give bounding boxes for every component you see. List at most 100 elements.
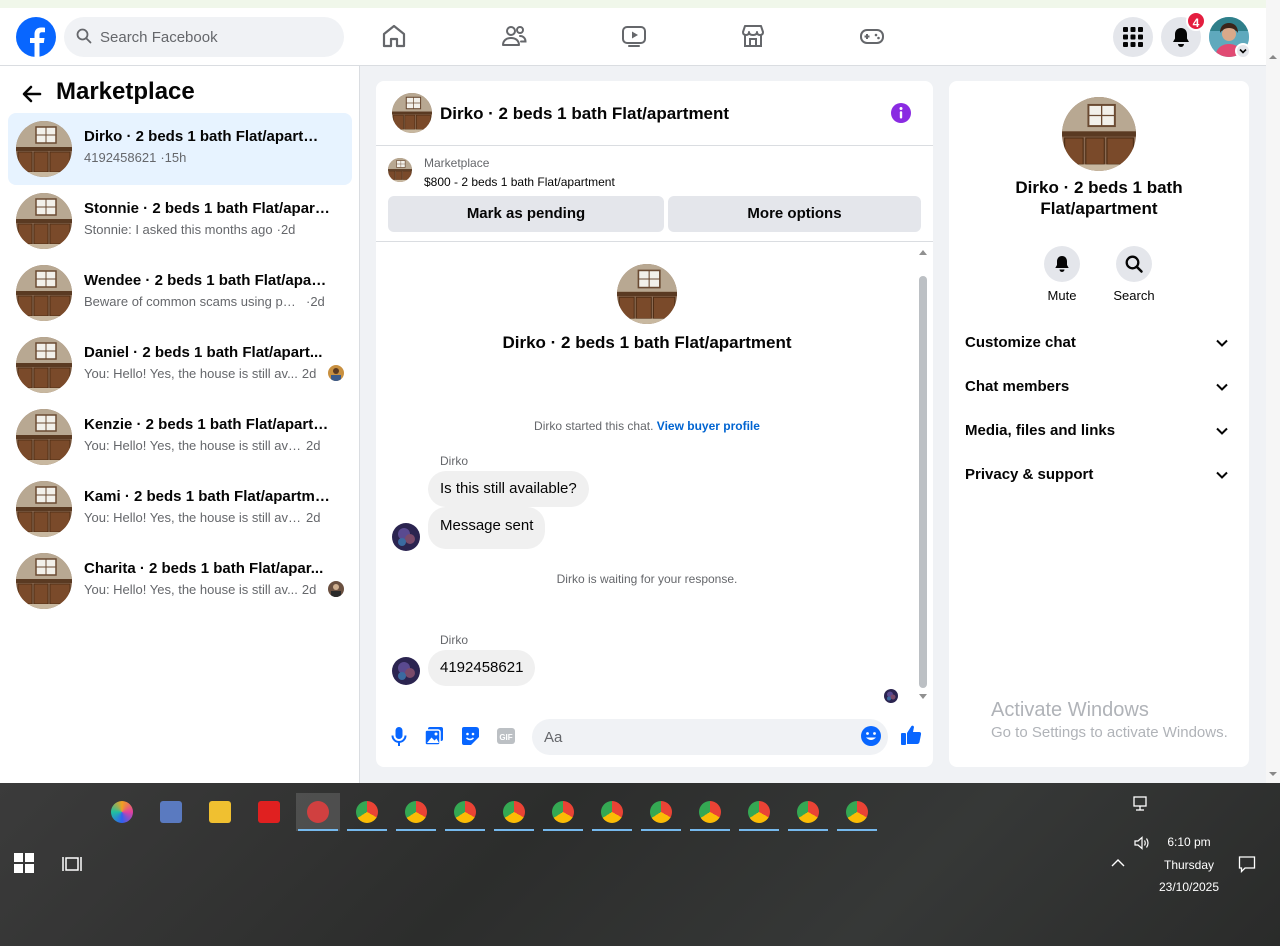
emoji-icon[interactable]: [860, 725, 882, 747]
chat-title[interactable]: Dirko · 2 beds 1 bath Flat/apartment: [440, 104, 729, 124]
conversation-time: 2d: [301, 582, 317, 597]
clock-time[interactable]: 6:10 pm: [1150, 835, 1228, 849]
details-thumbnail[interactable]: [1062, 97, 1136, 171]
chrome-profile-app-icon[interactable]: [394, 793, 438, 831]
chat-panel: Dirko · 2 beds 1 bath Flat/apartment Mar…: [376, 81, 933, 767]
conversation-thumbnail: [16, 193, 72, 249]
task-view-icon[interactable]: [62, 855, 82, 873]
chrome-profile-glyph-icon: [503, 801, 525, 823]
page-scroll-up-icon[interactable]: [1268, 52, 1278, 62]
page-scrollbar[interactable]: [1266, 0, 1280, 783]
copilot-app-icon[interactable]: [100, 793, 144, 831]
chrome-profile-app-icon[interactable]: [786, 793, 830, 831]
incoming-message-bubble[interactable]: 4192458621: [428, 650, 536, 686]
calculator-app-icon[interactable]: [149, 793, 193, 831]
search-facebook-box[interactable]: [64, 17, 344, 57]
buyer-avatar[interactable]: [392, 657, 420, 685]
page-scroll-down-icon[interactable]: [1268, 769, 1278, 779]
conversation-thumbnail: [16, 553, 72, 609]
home-icon[interactable]: [380, 22, 408, 50]
microphone-icon[interactable]: [388, 725, 410, 747]
conversation-title: Dirko · 2 beds 1 bath Flat/apartment: [84, 128, 330, 145]
conversation-item[interactable]: Dirko · 2 beds 1 bath Flat/apartment 4192…: [8, 113, 352, 185]
mark-as-pending-button[interactable]: Mark as pending: [388, 196, 664, 232]
facebook-logo[interactable]: [16, 17, 56, 57]
search-input[interactable]: [100, 17, 330, 57]
mute-button[interactable]: [1044, 246, 1080, 282]
conversation-item[interactable]: Kenzie · 2 beds 1 bath Flat/apartm... You…: [8, 401, 352, 473]
search-icon: [1125, 255, 1143, 273]
chrome-profile-app-icon[interactable]: [835, 793, 879, 831]
chrome-profile-glyph-icon: [797, 801, 819, 823]
view-buyer-profile-link[interactable]: View buyer profile: [657, 419, 760, 433]
copilot-glyph-icon: [111, 801, 133, 823]
sticker-icon[interactable]: [459, 725, 481, 747]
conversation-thumbnail: [16, 481, 72, 537]
conversation-item[interactable]: Wendee · 2 beds 1 bath Flat/apart... Bewa…: [8, 257, 352, 329]
incoming-message-bubble[interactable]: Is this still available?: [428, 471, 589, 507]
snipping-tool-glyph-icon: [307, 801, 329, 823]
conversation-item[interactable]: Daniel · 2 beds 1 bath Flat/apart... You:…: [8, 329, 352, 401]
chat-scroll-up-icon[interactable]: [918, 248, 928, 256]
clock-day[interactable]: Thursday: [1150, 858, 1228, 872]
incoming-message-bubble[interactable]: Message sent: [428, 507, 546, 549]
action-center-icon[interactable]: [1238, 855, 1256, 873]
chrome-profile-app-icon[interactable]: [590, 793, 634, 831]
chrome-profile-app-icon[interactable]: [541, 793, 585, 831]
chrome-profile-app-icon[interactable]: [639, 793, 683, 831]
chrome-profile-glyph-icon: [650, 801, 672, 823]
conversation-subtitle: 4192458621·15h: [84, 150, 186, 165]
windows-start-icon[interactable]: [14, 853, 34, 873]
customize-chat-row[interactable]: Customize chat: [957, 321, 1241, 365]
conversation-item[interactable]: Charita · 2 beds 1 bath Flat/apar... You:…: [8, 545, 352, 617]
running-indicator: [592, 829, 632, 831]
volume-icon[interactable]: [1133, 835, 1151, 851]
listing-price[interactable]: $800 - 2 beds 1 bath Flat/apartment: [424, 175, 615, 189]
row-label: Chat members: [965, 378, 1070, 395]
row-label: Privacy & support: [965, 466, 1094, 483]
info-icon[interactable]: [890, 102, 912, 124]
account-caret[interactable]: [1235, 43, 1251, 59]
listing-thumbnail[interactable]: [392, 93, 432, 133]
buyer-avatar[interactable]: [392, 523, 420, 551]
more-options-button[interactable]: More options: [668, 196, 921, 232]
friends-icon[interactable]: [500, 22, 528, 50]
listing-summary: Marketplace $800 - 2 beds 1 bath Flat/ap…: [376, 146, 933, 242]
search-label: Search: [1113, 288, 1155, 303]
row-label: Media, files and links: [965, 422, 1116, 439]
menu-button[interactable]: [1113, 17, 1153, 57]
running-indicator: [543, 829, 583, 831]
gaming-icon[interactable]: [858, 22, 886, 50]
chrome-profile-app-icon[interactable]: [443, 793, 487, 831]
chrome-profile-app-icon[interactable]: [492, 793, 536, 831]
network-icon[interactable]: [1133, 796, 1151, 812]
marketplace-store-icon[interactable]: [739, 22, 767, 50]
chat-scrollbar[interactable]: [919, 276, 927, 688]
media-files-links-row[interactable]: Media, files and links: [957, 409, 1241, 453]
photo-attach-icon[interactable]: [423, 725, 445, 747]
thumbs-up-like-icon[interactable]: [899, 723, 923, 747]
back-arrow-icon[interactable]: [20, 82, 44, 106]
conversation-item[interactable]: Kami · 2 beds 1 bath Flat/apartment You: …: [8, 473, 352, 545]
snipping-tool-app-icon[interactable]: [296, 793, 340, 831]
listing-small-thumbnail[interactable]: [388, 158, 412, 182]
watch-video-icon[interactable]: [620, 22, 648, 50]
conversation-title: Charita · 2 beds 1 bath Flat/apar...: [84, 560, 324, 577]
clock-date[interactable]: 23/10/2025: [1150, 880, 1228, 894]
gif-icon[interactable]: GIF: [495, 725, 517, 747]
search-in-chat-button[interactable]: [1116, 246, 1152, 282]
watermark-title: Activate Windows: [991, 699, 1149, 721]
top-navigation-bar: 4: [0, 0, 1266, 66]
chrome-profile-app-icon[interactable]: [737, 793, 781, 831]
conversation-item[interactable]: Stonnie · 2 beds 1 bath Flat/apart... Sto…: [8, 185, 352, 257]
message-input[interactable]: [532, 719, 888, 755]
privacy-support-row[interactable]: Privacy & support: [957, 453, 1241, 497]
show-hidden-icons-chevron-icon[interactable]: [1110, 858, 1126, 868]
file-explorer-app-icon[interactable]: [198, 793, 242, 831]
youtube-app-icon[interactable]: [247, 793, 291, 831]
chrome-profile-app-icon[interactable]: [688, 793, 732, 831]
chrome-profile-app-icon[interactable]: [345, 793, 389, 831]
chat-scroll-down-icon[interactable]: [918, 693, 928, 701]
chat-members-row[interactable]: Chat members: [957, 365, 1241, 409]
conversation-title: Daniel · 2 beds 1 bath Flat/apart...: [84, 344, 323, 361]
